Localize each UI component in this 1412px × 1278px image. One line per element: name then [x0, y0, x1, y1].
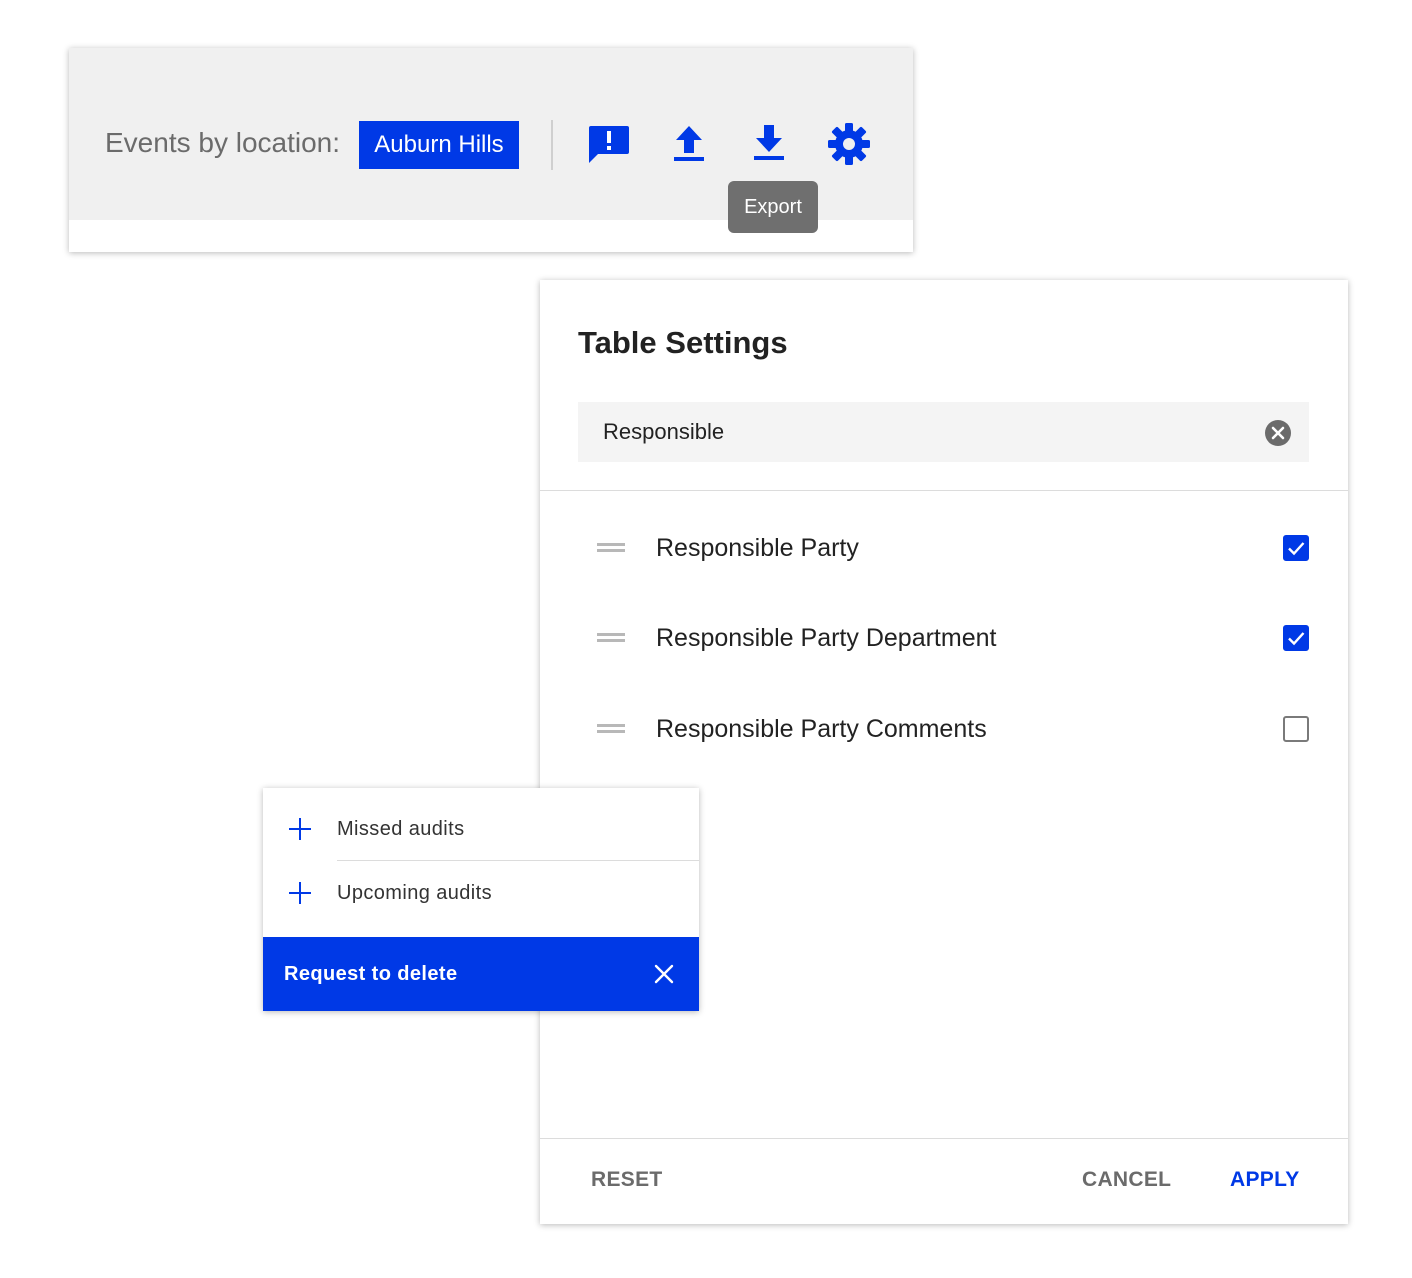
drag-handle-icon[interactable]: [597, 721, 625, 735]
upload-icon: [674, 126, 704, 161]
column-row: Responsible Party Comments: [540, 699, 1348, 759]
plus-icon: [289, 882, 311, 904]
column-checkbox[interactable]: [1283, 535, 1309, 561]
checkmark-icon: [1288, 632, 1305, 646]
menu-divider: [337, 860, 699, 861]
column-label: Responsible Party Comments: [656, 715, 987, 743]
reset-button[interactable]: RESET: [591, 1164, 663, 1196]
export-tooltip: Export: [728, 181, 818, 233]
checkmark-icon: [1288, 542, 1305, 556]
request-to-delete-label: Request to delete: [284, 963, 458, 985]
events-by-location-label: Events by location:: [105, 127, 341, 158]
column-checkbox[interactable]: [1283, 625, 1309, 651]
column-checkbox[interactable]: [1283, 716, 1309, 742]
cancel-button[interactable]: CANCEL: [1082, 1164, 1171, 1196]
drag-handle-icon[interactable]: [597, 630, 625, 644]
panel-divider: [540, 490, 1348, 491]
location-chip[interactable]: Auburn Hills: [359, 121, 519, 169]
upload-button[interactable]: [665, 120, 713, 168]
feedback-button[interactable]: [585, 120, 633, 168]
action-menu: Missed audits Upcoming audits Request to…: [263, 788, 699, 1011]
column-row: Responsible Party Department: [540, 608, 1348, 668]
export-button[interactable]: [745, 120, 793, 168]
panel-title: Table Settings: [578, 325, 788, 360]
menu-item-missed-audits[interactable]: Missed audits: [263, 798, 699, 862]
column-row: Responsible Party: [540, 518, 1348, 578]
drag-handle-icon[interactable]: [597, 540, 625, 554]
column-label: Responsible Party Department: [656, 624, 997, 652]
toolbar-divider: [551, 120, 553, 170]
table-settings-panel: Table Settings Responsible Party Respons…: [540, 280, 1348, 1224]
plus-icon: [289, 818, 311, 840]
gear-icon: [828, 123, 870, 165]
search-clear-button[interactable]: [1264, 419, 1292, 447]
settings-button[interactable]: [825, 120, 873, 168]
events-toolbar-card: Events by location: Auburn Hills Export: [69, 48, 913, 252]
feedback-icon: [589, 126, 629, 163]
request-to-delete-item[interactable]: Request to delete: [263, 937, 699, 1011]
apply-button[interactable]: APPLY: [1230, 1164, 1300, 1196]
search-input[interactable]: [578, 402, 1258, 462]
download-icon: [754, 125, 784, 160]
clear-icon: [1265, 420, 1291, 446]
column-label: Responsible Party: [656, 534, 859, 562]
close-icon: [654, 964, 674, 984]
close-button[interactable]: [653, 963, 675, 985]
menu-item-label: Missed audits: [337, 818, 465, 840]
menu-item-upcoming-audits[interactable]: Upcoming audits: [263, 862, 699, 926]
footer-divider: [540, 1138, 1348, 1139]
menu-item-label: Upcoming audits: [337, 882, 492, 904]
search-box: [578, 402, 1309, 462]
